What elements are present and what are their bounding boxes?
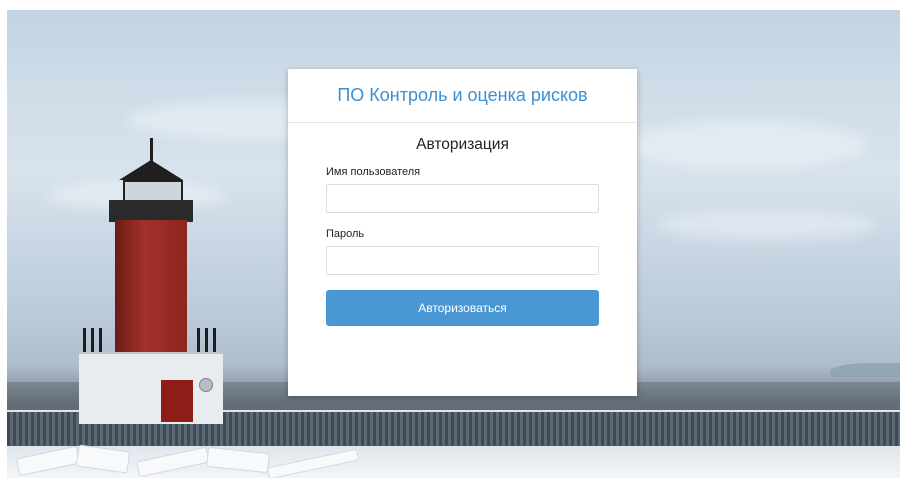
username-label: Имя пользователя (326, 166, 421, 178)
ice-chunk (15, 445, 81, 477)
distant-shore (830, 363, 900, 377)
password-group: Пароль (326, 228, 599, 275)
form-heading: Авторизация (416, 136, 509, 153)
cloud (627, 120, 867, 170)
ice-chunk (266, 448, 360, 478)
ice-chunk (136, 446, 210, 478)
cloud (657, 210, 877, 240)
railing-post (205, 328, 208, 352)
lighthouse-door (161, 380, 193, 422)
railing-post (213, 328, 216, 352)
username-input[interactable] (326, 184, 599, 213)
ice-chunk (75, 444, 131, 474)
lighthouse-roof (119, 160, 183, 180)
password-label: Пароль (326, 228, 365, 240)
railing-post (197, 328, 200, 352)
card-header: ПО Контроль и оценка рисков (288, 69, 637, 123)
lighthouse-spire (150, 138, 153, 162)
ice-chunk (206, 446, 270, 474)
password-input[interactable] (326, 246, 599, 275)
lighthouse-tower (115, 220, 187, 352)
railing-post (99, 328, 102, 352)
username-group: Имя пользователя (326, 166, 599, 213)
lighthouse-window (199, 378, 213, 392)
page-frame: ПО Контроль и оценка рисков Авторизация … (0, 0, 900, 488)
login-submit-button[interactable]: Авторизоваться (326, 290, 599, 326)
lighthouse-gallery (109, 200, 193, 222)
railing-post (83, 328, 86, 352)
ice-shore (7, 444, 900, 478)
railing-post (91, 328, 94, 352)
login-card: ПО Контроль и оценка рисков Авторизация … (288, 69, 637, 396)
app-title: ПО Контроль и оценка рисков (337, 85, 588, 105)
login-form: Авторизация Имя пользователя Пароль Авто… (288, 136, 637, 326)
